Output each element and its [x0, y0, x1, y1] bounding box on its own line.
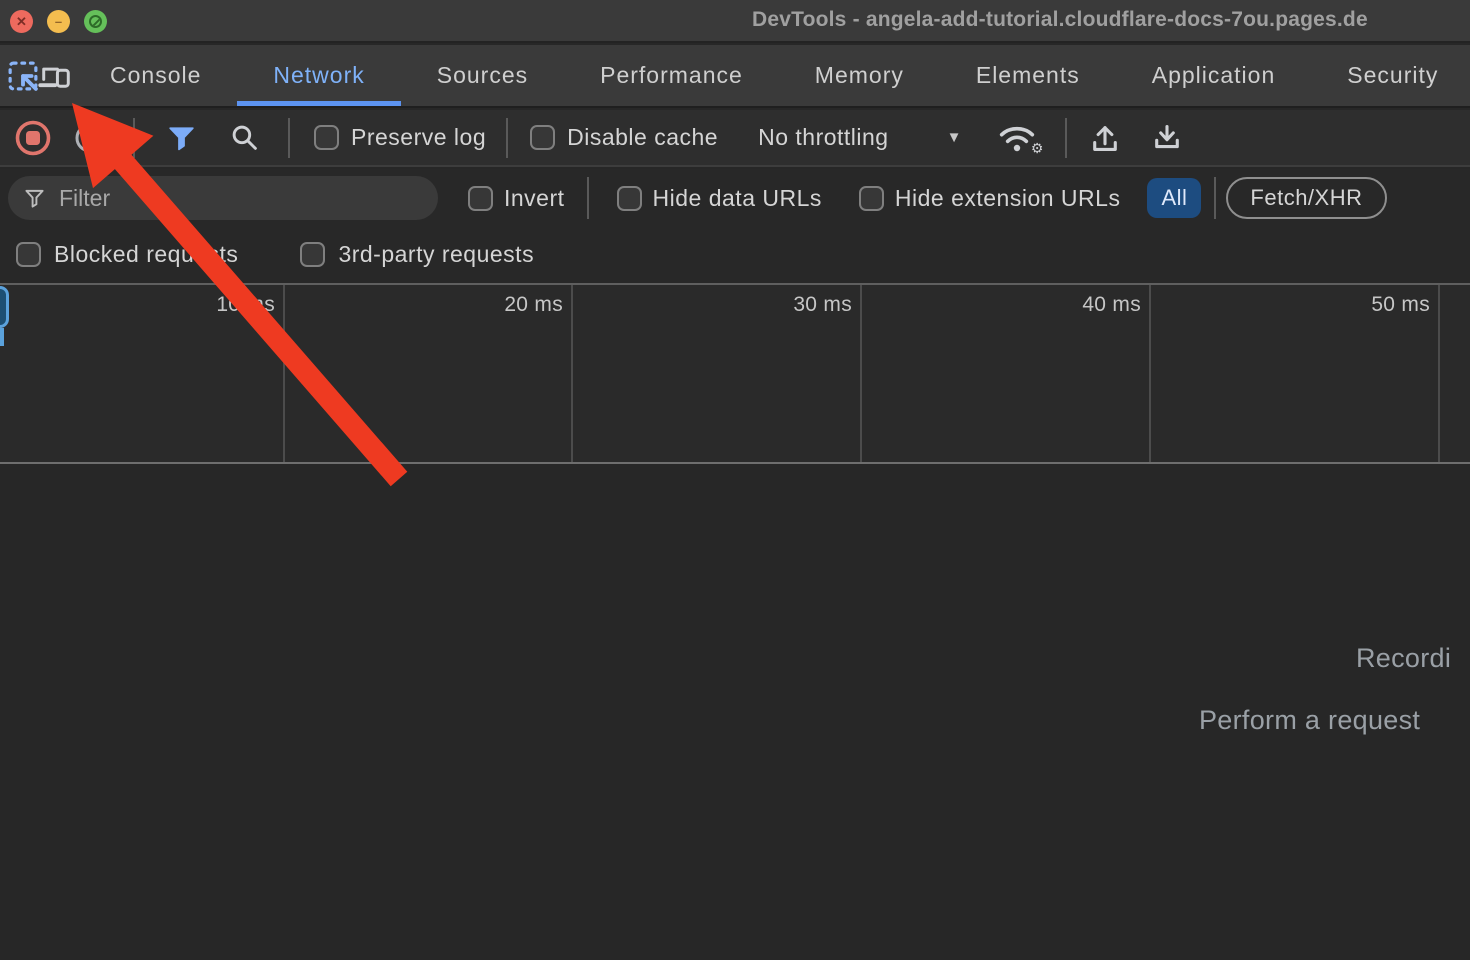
download-icon	[1151, 122, 1183, 154]
clear-icon	[73, 121, 107, 155]
filter-row-2: Blocked requests 3rd-party requests	[0, 226, 1470, 283]
window-title: DevTools - angela-add-tutorial.cloudflar…	[752, 8, 1470, 32]
blocked-requests-checkbox[interactable]	[16, 242, 41, 267]
tab-memory[interactable]: Memory	[779, 45, 940, 106]
network-conditions-button[interactable]: ⚙	[995, 122, 1039, 154]
gear-icon: ⚙	[1031, 140, 1044, 157]
toolbar-separator	[133, 118, 135, 158]
devtools-tabbar: Console Network Sources Performance Memo…	[0, 45, 1470, 108]
tab-elements[interactable]: Elements	[940, 45, 1116, 106]
third-party-requests-label[interactable]: 3rd-party requests	[338, 241, 534, 268]
invert-label[interactable]: Invert	[504, 185, 565, 212]
titlebar: ✕ – DevTools - angela-add-tutorial.cloud…	[0, 0, 1470, 43]
filter-toggle-button[interactable]	[168, 124, 195, 151]
tab-sources[interactable]: Sources	[401, 45, 564, 106]
window-controls: ✕ –	[10, 10, 107, 33]
overview-handle-tail	[0, 328, 4, 346]
close-window-button[interactable]: ✕	[10, 10, 33, 33]
tab-application[interactable]: Application	[1116, 45, 1312, 106]
funnel-icon	[168, 124, 195, 151]
requests-panel: Recordi Perform a request	[0, 465, 1470, 960]
timeline-tick: 20 ms	[285, 285, 573, 462]
record-stop-icon	[14, 119, 52, 157]
filter-input-wrap	[8, 176, 438, 220]
export-har-button[interactable]	[1151, 122, 1183, 154]
zoom-window-button[interactable]	[84, 10, 107, 33]
toolbar-separator	[1065, 118, 1067, 158]
zoom-disabled-icon	[89, 15, 102, 28]
filter-separator	[1214, 177, 1216, 219]
filter-type-all-chip[interactable]: All	[1147, 178, 1201, 218]
search-button[interactable]	[231, 124, 258, 151]
funnel-outline-icon	[24, 188, 45, 209]
inspect-element-button[interactable]	[8, 45, 38, 106]
third-party-requests-checkbox[interactable]	[300, 242, 325, 267]
perform-request-hint: Perform a request	[1199, 705, 1420, 736]
tab-network[interactable]: Network	[237, 45, 400, 106]
device-toolbar-icon	[38, 61, 70, 91]
throttling-select[interactable]: No throttling	[758, 124, 889, 151]
disable-cache-checkbox[interactable]	[530, 125, 555, 150]
clear-network-log-button[interactable]	[73, 121, 107, 155]
throttling-caret-icon[interactable]: ▼	[947, 129, 962, 146]
timeline-tick: 30 ms	[573, 285, 862, 462]
hide-extension-urls-checkbox[interactable]	[859, 186, 884, 211]
timeline-tick: 10 ms	[0, 285, 285, 462]
record-network-log-button[interactable]	[14, 119, 52, 157]
hide-data-urls-checkbox[interactable]	[617, 186, 642, 211]
timeline-tick: 40 ms	[862, 285, 1151, 462]
overview-drag-handle[interactable]	[0, 286, 9, 328]
hide-extension-urls-label[interactable]: Hide extension URLs	[895, 185, 1121, 212]
timeline-tick: 50 ms	[1151, 285, 1440, 462]
preserve-log-label[interactable]: Preserve log	[351, 124, 486, 151]
tab-security[interactable]: Security	[1311, 45, 1470, 106]
invert-checkbox[interactable]	[468, 186, 493, 211]
disable-cache-label[interactable]: Disable cache	[567, 124, 718, 151]
inspect-cursor-icon	[8, 61, 38, 91]
filter-separator	[587, 177, 589, 219]
minimize-window-button[interactable]: –	[47, 10, 70, 33]
filter-row-1: Invert Hide data URLs Hide extension URL…	[0, 169, 1470, 227]
filter-type-fetch-xhr-chip[interactable]: Fetch/XHR	[1226, 177, 1386, 219]
timeline-stub	[1440, 285, 1470, 462]
recording-status-text: Recordi	[1356, 643, 1451, 674]
devtools-window: ✕ – DevTools - angela-add-tutorial.cloud…	[0, 0, 1470, 960]
network-toolbar: Preserve log Disable cache No throttling…	[0, 110, 1470, 167]
tab-console[interactable]: Console	[74, 45, 237, 106]
hide-data-urls-label[interactable]: Hide data URLs	[653, 185, 822, 212]
import-har-button[interactable]	[1089, 122, 1121, 154]
preserve-log-checkbox[interactable]	[314, 125, 339, 150]
network-overview-timeline[interactable]: 10 ms 20 ms 30 ms 40 ms 50 ms	[0, 283, 1470, 464]
toolbar-separator	[506, 118, 508, 158]
tab-performance[interactable]: Performance	[564, 45, 779, 106]
device-toolbar-button[interactable]	[38, 45, 70, 106]
toolbar-separator	[288, 118, 290, 158]
filter-input[interactable]	[59, 185, 422, 212]
blocked-requests-label[interactable]: Blocked requests	[54, 241, 238, 268]
search-icon	[231, 124, 258, 151]
upload-icon	[1089, 122, 1121, 154]
network-filterbar: Invert Hide data URLs Hide extension URL…	[0, 169, 1470, 283]
